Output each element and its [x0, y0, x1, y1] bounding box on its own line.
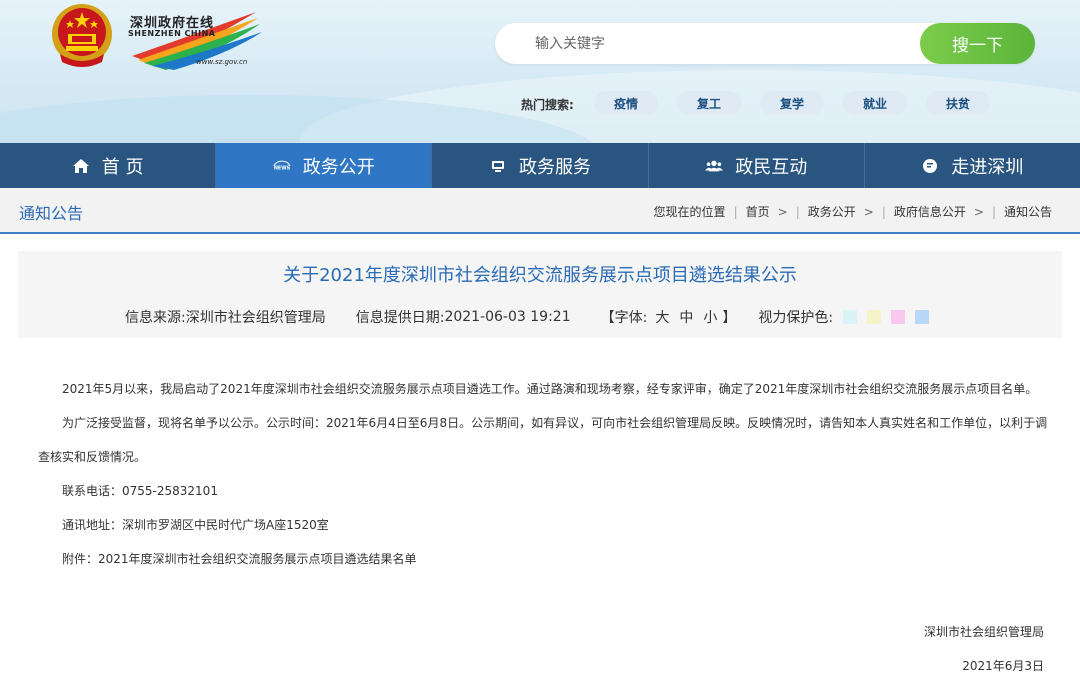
breadcrumb-divider: | [795, 204, 800, 219]
date-label: 信息提供日期: [355, 310, 445, 326]
article-paragraph: 为广泛接受监督，现将名单予以公示。公示时间：2021年6月4日至6月8日。公示期… [38, 416, 1048, 464]
hot-search-tags: 疫情 复工 复学 就业 扶贫 [594, 91, 990, 115]
main-nav: 首 页 NEWS 政务公开 政务服务 政民互动 走进深圳 [0, 143, 1080, 188]
nav-item-home[interactable]: 首 页 [0, 143, 217, 188]
contact-address: 通讯地址：深圳市罗湖区中民时代广场A座1520室 [62, 518, 329, 532]
attachment-link[interactable]: 附件：2021年度深圳市社会组织交流服务展示点项目遴选结果名单 [38, 542, 1048, 576]
section-title[interactable]: 通知公告 [19, 200, 83, 224]
font-size-medium-button[interactable]: 中 [679, 307, 693, 327]
chat-icon [921, 157, 939, 175]
search-button[interactable]: 搜一下 [920, 23, 1035, 64]
hot-search-label: 热门搜索: [521, 98, 574, 112]
search-input[interactable] [535, 23, 905, 64]
search-box: 搜一下 [495, 23, 1035, 64]
eye-color-swatch[interactable] [867, 310, 882, 324]
breadcrumb-separator: > [863, 204, 874, 219]
nav-item-label: 首 页 [101, 156, 144, 178]
home-icon [72, 157, 90, 175]
signature: 深圳市社会组织管理局 [923, 625, 1044, 639]
eye-protection-label: 视力保护色: [758, 310, 834, 326]
monitor-icon [489, 157, 507, 175]
nav-item-interaction[interactable]: 政民互动 [649, 143, 865, 188]
font-size-label: 【字体: [600, 310, 648, 326]
nav-item-label: 政务服务 [519, 156, 591, 178]
hot-tag[interactable]: 疫情 [594, 91, 658, 115]
breadcrumb-link[interactable]: 通知公告 [1004, 203, 1052, 220]
font-size-small-button[interactable]: 小 [703, 307, 717, 327]
breadcrumb-link[interactable]: 首页 [746, 203, 770, 220]
eye-color-swatch[interactable] [915, 310, 930, 324]
hot-tag[interactable]: 复工 [677, 91, 741, 115]
users-icon [705, 157, 724, 175]
font-size-close: 】 [722, 310, 737, 326]
site-header: 深圳政府在线 SHENZHEN CHINA www.sz.gov.cn 搜一下 … [0, 0, 1080, 143]
article-body: 2021年5月以来，我局启动了2021年度深圳市社会组织交流服务展示点项目遴选工… [38, 372, 1048, 576]
hot-tag[interactable]: 复学 [760, 91, 824, 115]
article-meta: 信息来源: 深圳市社会组织管理局 信息提供日期: 2021-06-03 19:2… [125, 307, 930, 327]
hot-tag[interactable]: 扶贫 [926, 91, 990, 115]
logo-english-text: SHENZHEN CHINA [128, 29, 216, 38]
svg-text:NEWS: NEWS [274, 165, 291, 171]
date-value: 2021-06-03 19:21 [444, 309, 571, 325]
logo-url-text: www.sz.gov.cn [196, 58, 248, 66]
eye-color-swatch[interactable] [891, 310, 906, 324]
eye-color-swatch[interactable] [843, 310, 858, 324]
article-header: 关于2021年度深圳市社会组织交流服务展示点项目遴选结果公示 信息来源: 深圳市… [18, 251, 1062, 338]
breadcrumb-prefix: 您现在的位置 [653, 205, 726, 219]
breadcrumb-divider: | [881, 204, 886, 219]
article-title: 关于2021年度深圳市社会组织交流服务展示点项目遴选结果公示 [283, 265, 797, 286]
breadcrumb-link[interactable]: 政务公开 [808, 203, 856, 220]
nav-item-label: 政民互动 [735, 156, 808, 178]
nav-item-about-shenzhen[interactable]: 走进深圳 [865, 143, 1080, 188]
contact-phone: 联系电话：0755-25832101 [62, 484, 218, 498]
breadcrumb-divider: | [991, 204, 996, 219]
breadcrumb-link[interactable]: 政府信息公开 [894, 203, 966, 220]
nav-item-government-affairs[interactable]: NEWS 政务公开 [216, 143, 433, 188]
font-size-large-button[interactable]: 大 [655, 307, 669, 327]
nav-item-label: 走进深圳 [951, 156, 1024, 178]
article-paragraph: 2021年5月以来，我局启动了2021年度深圳市社会组织交流服务展示点项目遴选工… [62, 382, 1038, 396]
signature-date: 2021年6月3日 [962, 659, 1044, 673]
national-emblem-icon [52, 4, 112, 67]
source-label: 信息来源: [125, 310, 186, 326]
nav-item-label: 政务公开 [302, 156, 375, 178]
breadcrumb-separator: > [973, 204, 984, 219]
source-value: 深圳市社会组织管理局 [185, 310, 326, 326]
breadcrumb-divider: | [733, 204, 738, 219]
news-icon: NEWS [273, 157, 291, 175]
nav-item-government-services[interactable]: 政务服务 [432, 143, 649, 188]
breadcrumb-separator: > [777, 204, 788, 219]
breadcrumb: 您现在的位置 | 首页 > | 政务公开 > | 政府信息公开 > | 通知公告 [654, 203, 1052, 220]
breadcrumb-bar: 通知公告 您现在的位置 | 首页 > | 政务公开 > | 政府信息公开 > |… [0, 188, 1080, 234]
hot-tag[interactable]: 就业 [843, 91, 907, 115]
